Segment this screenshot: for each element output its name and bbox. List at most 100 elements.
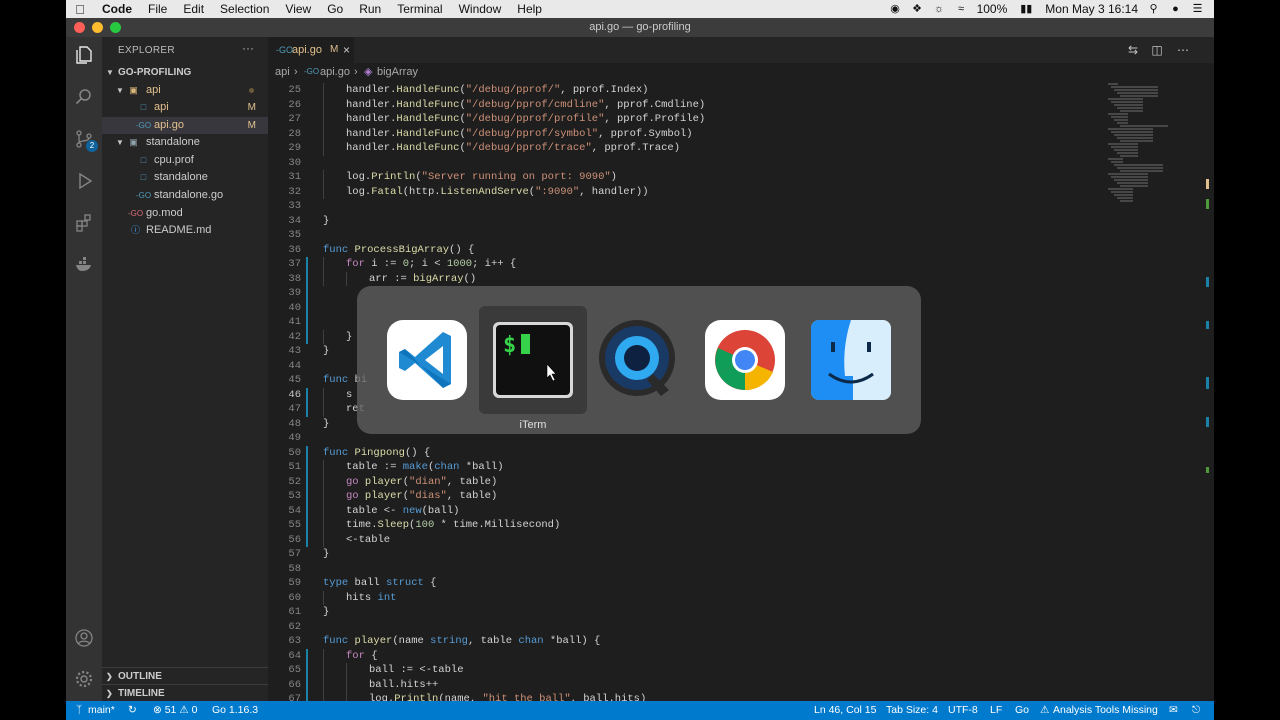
code-line[interactable]: 32 log.Fatal(http.ListenAndServe(":9090",… [268,184,1108,199]
code-line[interactable]: 26 handler.HandleFunc("/debug/pprof/cmdli… [268,97,1108,112]
code-line[interactable]: 34} [268,214,1108,229]
code-line[interactable]: 65 ball := <-table [268,663,1108,678]
tree-item-standalone-binary[interactable]: □ standalone [102,169,268,186]
app-chrome[interactable] [691,306,799,414]
code-line[interactable]: 52 go player("dian", table) [268,474,1108,489]
search-icon[interactable] [72,85,96,109]
menu-view[interactable]: View [277,2,319,16]
git-branch[interactable]: main* [88,701,115,720]
tree-item-api-binary[interactable]: □ api M [102,99,268,116]
code-line[interactable]: 31 log.Println("Server running on port: 9… [268,170,1108,185]
menu-file[interactable]: File [140,2,175,16]
dropbox-icon[interactable]: ❖ [911,3,924,15]
code-line[interactable]: 58 [268,562,1108,577]
problems-count[interactable]: ⊗ 51 ⚠ 0 [153,701,197,720]
breadcrumb-file[interactable]: api.go [320,63,350,81]
code-line[interactable]: 50 func Pingpong() { [268,445,1108,460]
sync-icon[interactable]: ↻ [128,701,137,720]
code-line[interactable]: 30 [268,156,1108,171]
breadcrumb-folder[interactable]: api [275,63,290,81]
explorer-icon[interactable] [72,43,96,67]
go-version[interactable]: Go 1.16.3 [212,701,258,720]
clock[interactable]: Mon May 3 16:14 [1045,2,1138,16]
language-mode[interactable]: Go [1015,701,1029,720]
tab-size[interactable]: Tab Size: 4 [886,701,938,720]
code-line[interactable]: 59 type ball struct { [268,576,1108,591]
app-iterm[interactable]: $ [479,306,587,414]
breadcrumb-symbol[interactable]: bigArray [377,63,418,81]
code-line[interactable]: 62 [268,620,1108,635]
tree-item-readme[interactable]: ⓘ README.md [102,222,268,239]
open-changes-icon[interactable]: ⇆ [1124,41,1142,59]
account-icon[interactable] [72,626,96,650]
code-line[interactable]: 64 for { [268,648,1108,663]
editor-scrollbar[interactable] [1200,81,1214,701]
end-of-line[interactable]: LF [990,701,1002,720]
menu-help[interactable]: Help [509,2,550,16]
code-line[interactable]: 60 hits int [268,590,1108,605]
app-finder[interactable] [797,306,905,414]
app-quicktime[interactable] [585,306,693,414]
siri-icon[interactable]: ● [1169,3,1182,15]
docker-icon[interactable] [72,253,96,277]
zoom-window-button[interactable] [110,22,121,33]
explorer-more-icon[interactable]: ··· [242,41,254,55]
tab-api-go[interactable]: -GO api.go M × [268,37,354,63]
tree-item-cpu-prof[interactable]: □ cpu.prof [102,152,268,169]
settings-gear-icon[interactable] [72,667,96,691]
code-line[interactable]: 57} [268,547,1108,562]
code-line[interactable]: 25 handler.HandleFunc("/debug/pprof/", pp… [268,83,1108,98]
code-line[interactable]: 55 time.Sleep(100 * time.Millisecond) [268,518,1108,533]
encoding[interactable]: UTF-8 [948,701,978,720]
code-line[interactable]: 53 go player("dias", table) [268,489,1108,504]
cursor-position[interactable]: Ln 46, Col 15 [814,701,876,720]
menu-go[interactable]: Go [319,2,351,16]
timeline-section[interactable]: ❯ TIMELINE [102,684,268,701]
code-line[interactable]: 66 ball.hits++ [268,677,1108,692]
menu-selection[interactable]: Selection [212,2,277,16]
code-line[interactable]: 54 table <- new(ball) [268,503,1108,518]
more-actions-icon[interactable]: ⋯ [1174,41,1192,59]
tree-item-go-mod[interactable]: -GO go.mod [102,205,268,222]
source-control-icon[interactable]: 2 [72,127,98,152]
code-line[interactable]: 35 [268,228,1108,243]
record-icon[interactable]: ◉ [889,3,902,15]
run-debug-icon[interactable] [72,169,96,193]
code-line[interactable]: 63 func player(name string, table chan *b… [268,634,1108,649]
code-line[interactable]: 61} [268,605,1108,620]
tree-item-standalone-go[interactable]: -GO standalone.go [102,187,268,204]
control-center-icon[interactable]: ☰ [1191,3,1204,15]
apple-menu-icon[interactable]:  [66,2,94,17]
menu-terminal[interactable]: Terminal [389,2,450,16]
battery-icon[interactable]: ▮▮ [1016,3,1036,15]
code-line[interactable]: 29 handler.HandleFunc("/debug/pprof/trace… [268,141,1108,156]
tree-item-api-folder[interactable]: ▼ ▣ api [102,82,268,99]
wifi-icon[interactable]: ≈ [955,3,968,15]
creative-cloud-icon[interactable]: ☼ [933,3,946,15]
tab-close-icon[interactable]: × [343,37,350,63]
app-vscode[interactable] [373,306,481,414]
menu-window[interactable]: Window [451,2,510,16]
analysis-tools-status[interactable]: Analysis Tools Missing [1053,701,1158,720]
code-line[interactable]: 33 [268,199,1108,214]
code-line[interactable]: 38 arr := bigArray() [268,271,1108,286]
menu-edit[interactable]: Edit [175,2,212,16]
project-folder-row[interactable]: ▼ GO-PROFILING [102,64,268,81]
code-line[interactable]: 36 func ProcessBigArray() { [268,243,1108,258]
tree-item-api-go[interactable]: -GO api.go M [102,117,268,134]
tree-item-standalone-folder[interactable]: ▼ ▣ standalone [102,134,268,151]
extensions-icon[interactable] [72,211,96,235]
feedback-icon[interactable]: ✉ [1169,701,1178,720]
menu-code[interactable]: Code [94,2,140,16]
code-line[interactable]: 51 table := make(chan *ball) [268,460,1108,475]
outline-section[interactable]: ❯ OUTLINE [102,667,268,684]
split-editor-icon[interactable]: ◫ [1148,41,1166,59]
code-line[interactable]: 37 for i := 0; i < 1000; i++ { [268,257,1108,272]
code-line[interactable]: 28 handler.HandleFunc("/debug/pprof/symbo… [268,126,1108,141]
minimize-window-button[interactable] [92,22,103,33]
code-line[interactable]: 56 <-table [268,532,1108,547]
code-line[interactable]: 27 handler.HandleFunc("/debug/pprof/profi… [268,112,1108,127]
close-window-button[interactable] [74,22,85,33]
minimap[interactable] [1104,81,1200,701]
menu-run[interactable]: Run [351,2,389,16]
